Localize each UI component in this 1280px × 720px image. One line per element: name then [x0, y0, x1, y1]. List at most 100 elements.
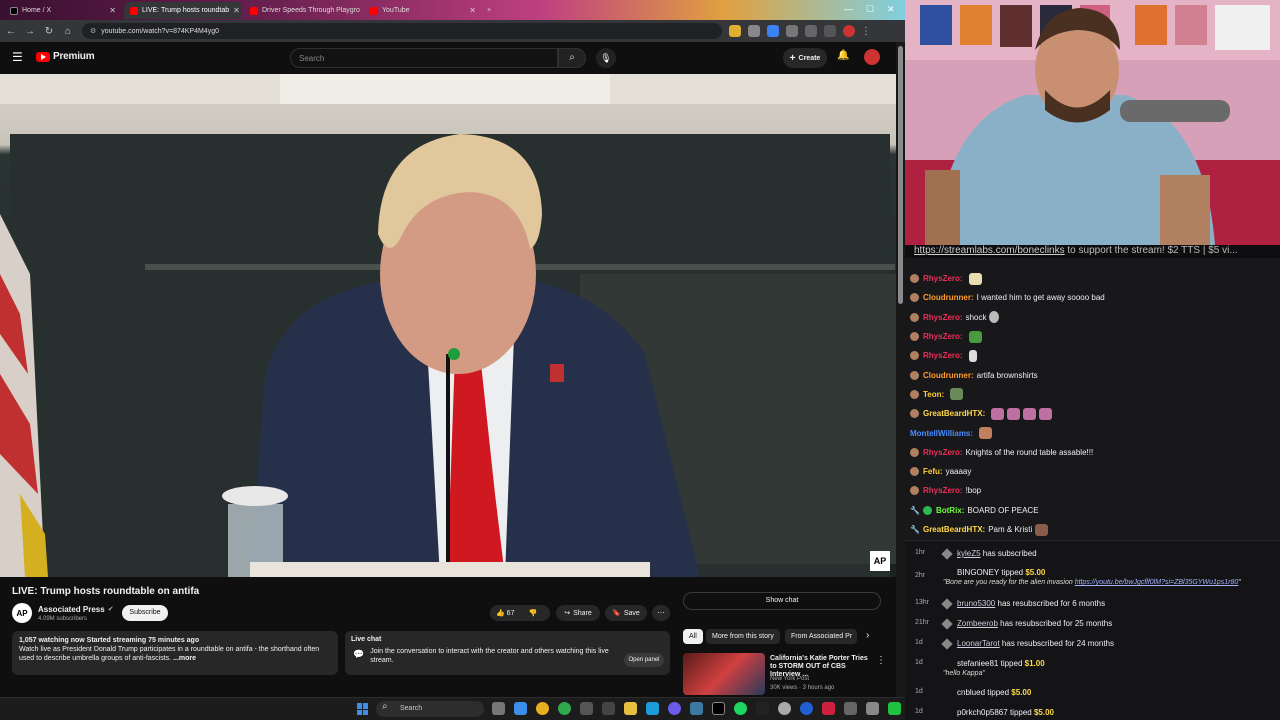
chat-user[interactable]: RhysZero: — [923, 313, 963, 322]
dislike-button[interactable]: 👎 — [528, 609, 537, 617]
chat-user[interactable]: Fefu: — [923, 467, 943, 476]
forward-icon[interactable]: → — [22, 26, 38, 37]
hamburger-menu-icon[interactable]: ☰ — [12, 50, 23, 64]
close-icon[interactable]: ✕ — [229, 6, 240, 15]
event-user[interactable]: stefaniee81 — [957, 659, 998, 668]
channel-name[interactable]: Associated Press — [38, 605, 105, 614]
steam-icon[interactable] — [646, 702, 659, 715]
chat-user[interactable]: MontellWilliams: — [910, 429, 973, 438]
event-user[interactable]: cnblued — [957, 688, 985, 697]
windows-start-icon[interactable] — [357, 703, 369, 715]
chrome-icon[interactable] — [536, 702, 549, 715]
search-input[interactable]: Search — [290, 48, 558, 68]
page-scrollbar[interactable] — [896, 42, 905, 697]
home-icon[interactable]: ⌂ — [60, 26, 76, 37]
chat-user[interactable]: GreatBeardHTX: — [923, 409, 985, 418]
tab-youtube[interactable]: YouTube ✕ — [364, 2, 482, 19]
chat-user[interactable]: Cloudrunner: — [923, 371, 974, 380]
browser-icon[interactable] — [558, 702, 571, 715]
chat-user[interactable]: RhysZero: — [923, 486, 963, 495]
app-icon[interactable] — [690, 702, 703, 715]
chip-more-from-story[interactable]: More from this story — [706, 629, 780, 644]
banner-link[interactable]: https://streamlabs.com/boneclinks — [914, 245, 1065, 256]
app-icon[interactable] — [778, 702, 791, 715]
create-button[interactable]: + Create — [783, 48, 827, 68]
chat-user[interactable]: RhysZero: — [923, 332, 963, 341]
new-tab-button[interactable]: + — [484, 2, 498, 19]
app-icon[interactable] — [844, 702, 857, 715]
chat-user[interactable]: RhysZero: — [923, 274, 963, 283]
app-icon[interactable] — [800, 702, 813, 715]
reload-icon[interactable]: ↻ — [41, 26, 57, 37]
chat-user[interactable]: BotRix: — [936, 506, 964, 515]
sidebar-icon[interactable] — [824, 25, 836, 37]
recommended-video[interactable]: California's Katie Porter Tries to STORM… — [683, 653, 888, 695]
minimize-icon[interactable]: — — [844, 4, 853, 14]
more-vertical-icon[interactable]: ⋮ — [876, 655, 886, 666]
show-chat-button[interactable]: Show chat — [683, 592, 881, 610]
event-user[interactable]: BINGONEY — [957, 568, 999, 577]
site-info-icon[interactable]: ⚙ — [90, 27, 96, 35]
app-icon[interactable] — [822, 702, 835, 715]
event-user[interactable]: Zombeerob — [957, 619, 998, 628]
chip-from-associated-press[interactable]: From Associated Pr — [785, 629, 857, 644]
profile-icon[interactable] — [843, 25, 855, 37]
channel-info[interactable]: AP Associated Press ✔ 4.09M subscribers — [12, 603, 114, 623]
search-button[interactable]: ⌕ — [558, 48, 586, 68]
more-actions-button[interactable]: ⋯ — [652, 605, 670, 621]
spotify-icon[interactable] — [734, 702, 747, 715]
app-icon[interactable] — [668, 702, 681, 715]
open-panel-button[interactable]: Open panel — [624, 653, 664, 667]
task-view-icon[interactable] — [492, 702, 505, 715]
extension-icon[interactable] — [767, 25, 779, 37]
share-button[interactable]: ↪ Share — [556, 605, 600, 621]
maximize-icon[interactable]: ☐ — [866, 4, 874, 15]
file-explorer-icon[interactable] — [624, 702, 637, 715]
menu-kebab-icon[interactable]: ⋮ — [858, 26, 874, 37]
event-user[interactable]: bruno5300 — [957, 599, 995, 608]
channel-avatar[interactable]: AP — [12, 603, 32, 623]
subscribe-button[interactable]: Subscribe — [122, 605, 168, 621]
event-user[interactable]: kyleZ5 — [957, 549, 981, 558]
tab-home-x[interactable]: Home / X ✕ — [4, 2, 122, 19]
app-icon[interactable] — [866, 702, 879, 715]
chat-user[interactable]: GreatBeardHTX: — [923, 525, 985, 534]
description-box[interactable]: 1,057 watching now Started streaming 75 … — [12, 631, 338, 675]
x-app-icon[interactable] — [712, 702, 725, 715]
edge-icon[interactable] — [514, 702, 527, 715]
tab-driver-speeds[interactable]: Driver Speeds Through Playgro ✕ — [244, 2, 362, 19]
close-icon[interactable]: ✕ — [105, 6, 116, 15]
close-icon[interactable]: ✕ — [465, 6, 476, 15]
scrollbar-thumb[interactable] — [898, 46, 903, 304]
chevron-right-icon[interactable]: › — [866, 630, 869, 641]
app-icon[interactable] — [602, 702, 615, 715]
app-icon[interactable] — [888, 702, 901, 715]
save-button[interactable]: 🔖 Save — [605, 605, 647, 621]
close-window-icon[interactable]: ✕ — [887, 4, 895, 15]
note-link[interactable]: https://youtu.be/bwJgcflf0lM?si=ZBl35GYW… — [1075, 579, 1239, 586]
chat-user[interactable]: Cloudrunner: — [923, 293, 974, 302]
voice-search-button[interactable]: 🎙 — [596, 48, 616, 68]
like-button[interactable]: 👍 67 — [496, 609, 514, 617]
extension-icon[interactable] — [786, 25, 798, 37]
chip-all[interactable]: All — [683, 629, 703, 644]
event-user[interactable]: LoonarTarot — [957, 639, 1000, 648]
extension-icon[interactable] — [748, 25, 760, 37]
app-icon[interactable] — [756, 702, 769, 715]
url-field[interactable]: ⚙ youtube.com/watch?v=874KP4M4yg0 — [82, 23, 722, 39]
chat-user[interactable]: RhysZero: — [923, 351, 963, 360]
tab-live-trump[interactable]: LIVE: Trump hosts roundtab ✕ — [124, 2, 242, 19]
event-user[interactable]: p0rkch0p5867 — [957, 708, 1008, 717]
more-link[interactable]: ...more — [173, 655, 196, 662]
back-icon[interactable]: ← — [3, 26, 19, 37]
account-avatar[interactable] — [864, 49, 880, 65]
chat-user[interactable]: Teon: — [923, 390, 944, 399]
extensions-puzzle-icon[interactable] — [805, 25, 817, 37]
extension-icon[interactable] — [729, 25, 741, 37]
youtube-premium-logo[interactable]: Premium — [36, 51, 95, 62]
app-icon[interactable] — [580, 702, 593, 715]
close-icon[interactable]: ✕ — [360, 6, 362, 15]
chat-user[interactable]: RhysZero: — [923, 448, 963, 457]
taskbar-search-input[interactable]: Search — [376, 701, 484, 717]
notifications-bell-icon[interactable]: 🔔 — [837, 50, 849, 61]
